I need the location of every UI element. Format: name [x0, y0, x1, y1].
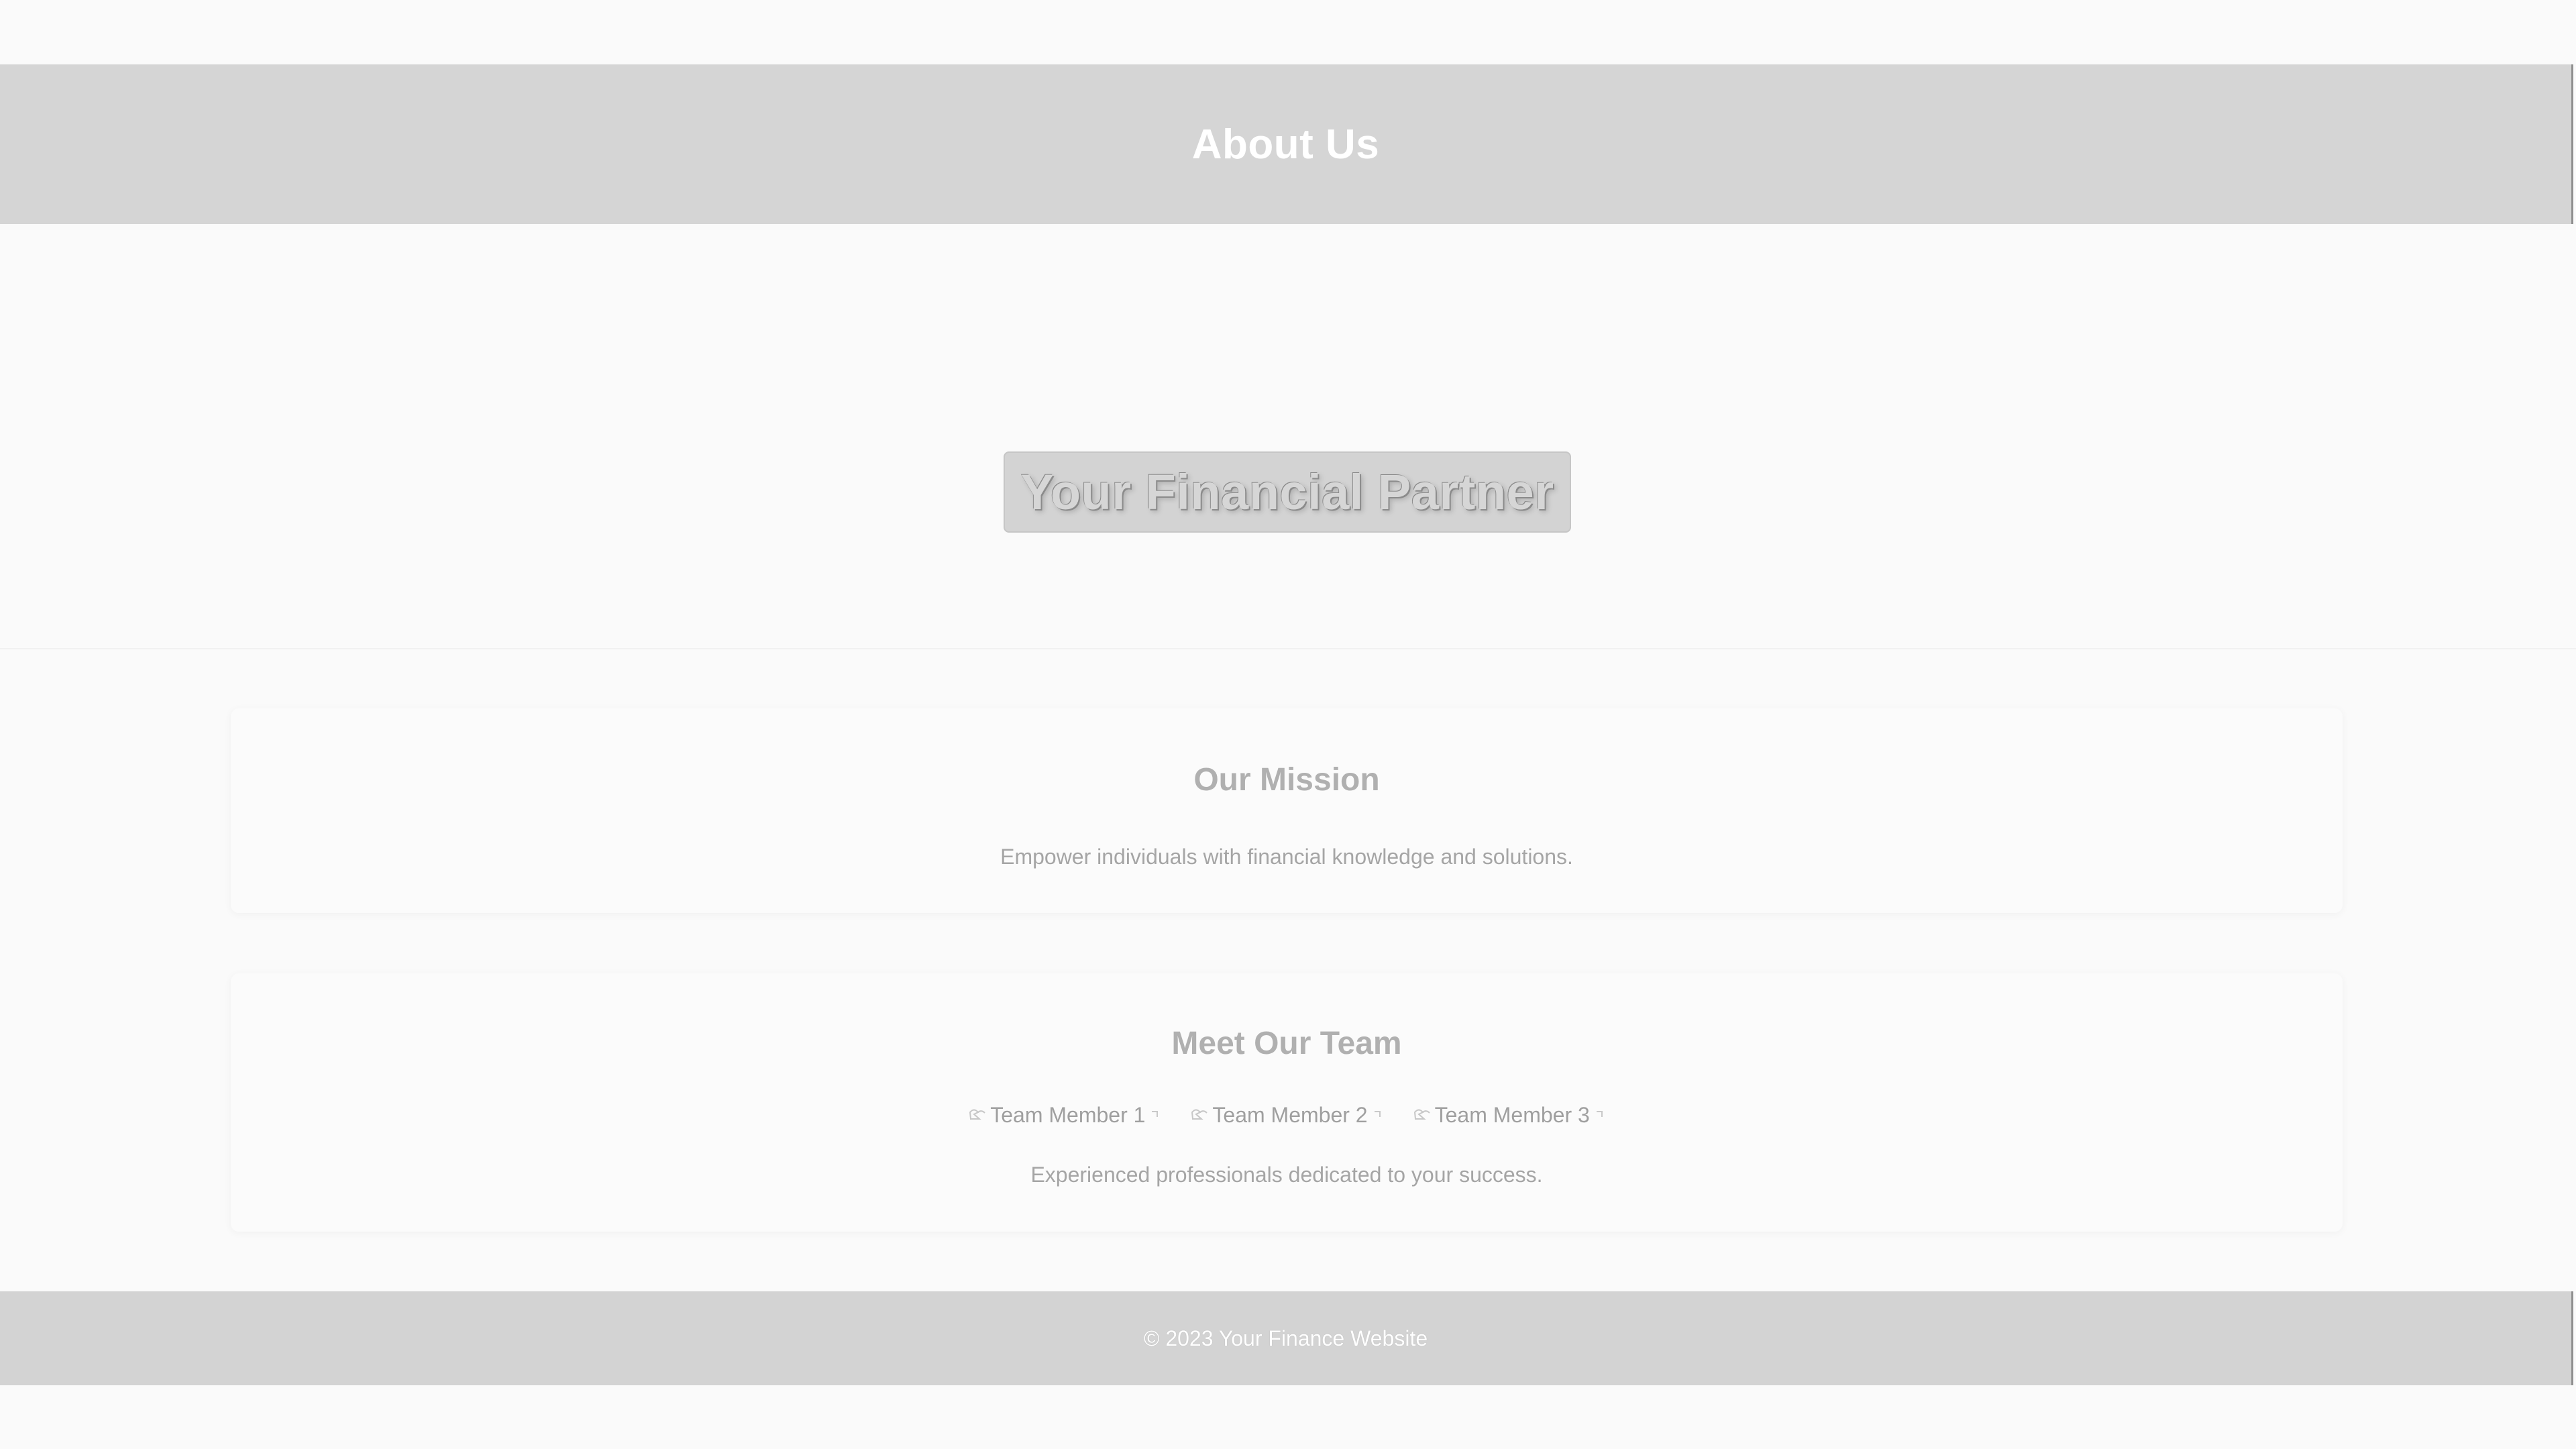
- team-member-1-label: Team Member 1: [990, 1103, 1146, 1127]
- team-member-2-label: Team Member 2: [1212, 1103, 1368, 1127]
- team-member-list: Team Member 1 Team Member 2 Team Member …: [231, 1103, 2343, 1128]
- broken-image-icon: [969, 1109, 985, 1120]
- footer-copyright: © 2023 Your Finance Website: [1143, 1326, 1428, 1350]
- team-member-2: Team Member 2: [1189, 1103, 1383, 1128]
- broken-image-icon: [1374, 1110, 1381, 1117]
- team-heading: Meet Our Team: [1171, 1026, 1402, 1061]
- broken-image-icon: [1191, 1109, 1208, 1120]
- broken-image-icon: [1152, 1110, 1159, 1117]
- page-footer: © 2023 Your Finance Website: [0, 1291, 2573, 1385]
- page-header: About Us: [0, 64, 2573, 224]
- mission-text: Empower individuals with financial knowl…: [1000, 845, 1573, 869]
- team-member-3-label: Team Member 3: [1434, 1103, 1590, 1127]
- team-member-3: Team Member 3: [1412, 1103, 1606, 1128]
- broken-image-icon: [1596, 1110, 1603, 1117]
- team-description: Experienced professionals dedicated to y…: [1030, 1163, 1543, 1187]
- hero-title: Your Financial Partner: [1004, 451, 1571, 533]
- mission-heading: Our Mission: [1193, 762, 1380, 798]
- page-title: About Us: [1191, 121, 1380, 168]
- team-member-1: Team Member 1: [967, 1103, 1161, 1128]
- team-card: Meet Our Team Team Member 1 Team Member …: [231, 973, 2343, 1232]
- hero-section: [0, 224, 2576, 649]
- broken-image-icon: [1413, 1109, 1430, 1120]
- mission-card: Our Mission Empower individuals with fin…: [231, 708, 2343, 913]
